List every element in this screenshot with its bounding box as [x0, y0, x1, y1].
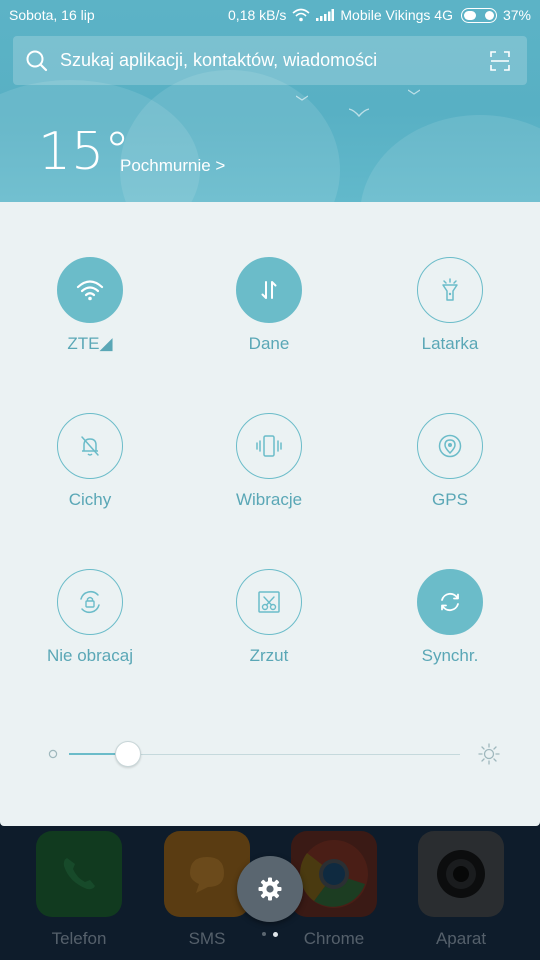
tile-label: Latarka [421, 334, 479, 353]
gps-toggle[interactable] [417, 413, 483, 479]
wifi-toggle[interactable] [57, 257, 123, 323]
tile-label: Synchr. [421, 646, 479, 665]
weather-condition-link[interactable]: Pochmurnie > [120, 156, 225, 176]
battery-percent: 37% [502, 7, 531, 23]
page-dot-active [273, 932, 278, 937]
camera-icon[interactable] [418, 831, 504, 917]
bird-decoration [349, 108, 369, 117]
tile-sync[interactable]: Synchr. [360, 569, 540, 699]
wifi-status-icon [292, 8, 310, 22]
tile-flashlight[interactable]: Latarka [360, 257, 540, 387]
slider-thumb[interactable] [114, 741, 141, 767]
sync-toggle[interactable] [417, 569, 483, 635]
vibrate-icon [256, 435, 282, 457]
battery-icon [460, 7, 497, 23]
tile-screenshot[interactable]: Zrzut [179, 569, 359, 699]
cloud-decoration [120, 70, 340, 202]
bird-decoration [296, 95, 308, 101]
signal-icon [316, 9, 335, 21]
temperature[interactable]: 15° [38, 122, 130, 182]
carrier-name: Mobile Vikings 4G [340, 7, 453, 23]
status-date: Sobota, 16 lip [9, 7, 95, 23]
tile-label: ZTE◢ [67, 334, 113, 353]
mobile-data-icon [261, 281, 277, 299]
app-phone[interactable]: Telefon [14, 831, 144, 951]
search-icon [26, 50, 48, 71]
cloud-decoration [360, 115, 540, 202]
flashlight-toggle[interactable] [417, 257, 483, 323]
sms-icon[interactable] [164, 831, 250, 917]
sync-icon [441, 592, 459, 612]
tile-vibrate[interactable]: Wibracje [179, 413, 359, 543]
mobile-data-toggle[interactable] [236, 257, 302, 323]
screenshot-icon [258, 591, 280, 613]
app-label: Telefon [51, 929, 107, 948]
app-label: SMS [188, 929, 226, 948]
search-bar[interactable]: Szukaj aplikacji, kontaktów, wiadomości [13, 36, 527, 85]
wifi-icon [76, 280, 104, 301]
tile-label: Dane [248, 334, 290, 353]
bird-decoration [408, 89, 420, 95]
tile-label: Wibracje [235, 490, 303, 509]
scan-icon[interactable] [490, 50, 510, 71]
rotation-lock-toggle[interactable] [57, 569, 123, 635]
app-label: Chrome [303, 929, 365, 948]
brightness-low-icon [48, 749, 58, 759]
tile-label: Nie obracaj [47, 646, 133, 665]
tile-label: GPS [432, 490, 468, 509]
tile-label: Zrzut [249, 646, 289, 665]
brightness-high-icon [478, 743, 500, 765]
weather-header: Sobota, 16 lip 0,18 kB/s Mobile Vikings … [0, 0, 540, 202]
chrome-icon[interactable] [291, 831, 377, 917]
app-label: Aparat [435, 929, 487, 948]
flashlight-icon [442, 278, 458, 301]
settings-button[interactable] [237, 856, 303, 922]
rotation-lock-icon [80, 591, 100, 613]
gps-icon [438, 434, 462, 458]
phone-icon[interactable] [36, 831, 122, 917]
tile-label: Cichy [68, 490, 112, 509]
tile-gps[interactable]: GPS [360, 413, 540, 543]
status-bar: Sobota, 16 lip 0,18 kB/s Mobile Vikings … [0, 0, 540, 30]
silent-bell-icon [81, 436, 99, 456]
vibrate-toggle[interactable] [236, 413, 302, 479]
tile-mobile-data[interactable]: Dane [179, 257, 359, 387]
network-speed: 0,18 kB/s [228, 7, 287, 23]
page-indicator [262, 932, 278, 937]
brightness-slider[interactable] [40, 739, 500, 769]
gear-icon [258, 877, 282, 901]
screenshot-toggle[interactable] [236, 569, 302, 635]
silent-toggle[interactable] [57, 413, 123, 479]
page-dot [262, 932, 266, 936]
quick-settings-panel: ZTE◢ Dane Latarka Cichy Wibracje GPS Nie… [0, 202, 540, 826]
tile-wifi[interactable]: ZTE◢ [0, 257, 180, 387]
search-input[interactable]: Szukaj aplikacji, kontaktów, wiadomości [60, 50, 490, 71]
tile-silent[interactable]: Cichy [0, 413, 180, 543]
tile-rotation-lock[interactable]: Nie obracaj [0, 569, 180, 699]
app-camera[interactable]: Aparat [396, 831, 526, 951]
